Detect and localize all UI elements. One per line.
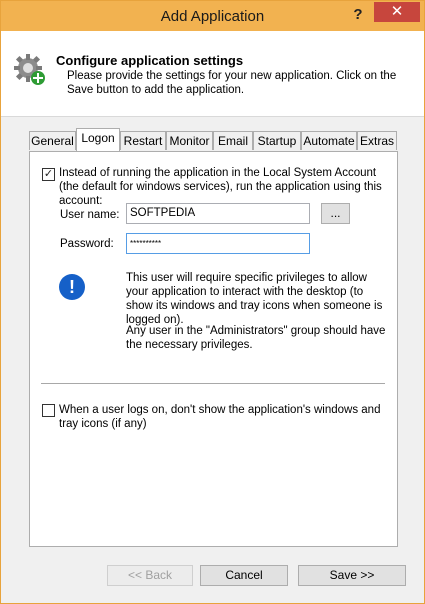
header-description: Please provide the settings for your new…	[67, 70, 397, 96]
password-label: Password:	[60, 238, 114, 250]
info-text-privileges: This user will require specific privileg…	[126, 272, 383, 326]
tab-extras[interactable]: Extras	[357, 131, 397, 150]
title-bar[interactable]: Add Application ? ✕	[1, 1, 424, 31]
info-text-administrators: Any user in the "Administrators" group s…	[126, 325, 386, 351]
close-button[interactable]: ✕	[374, 2, 420, 22]
save-button[interactable]: Save >>	[298, 565, 406, 586]
tab-monitor[interactable]: Monitor	[166, 131, 213, 150]
back-button[interactable]: << Back	[107, 565, 193, 586]
tab-restart[interactable]: Restart	[120, 131, 166, 150]
hide-windows-checkbox[interactable]	[42, 404, 55, 417]
header-title: Configure application settings	[56, 53, 244, 68]
run-as-account-label: Instead of running the application in th…	[59, 167, 382, 207]
header: Configure application settings Please pr…	[1, 31, 424, 117]
tab-logon[interactable]: Logon	[76, 128, 120, 151]
help-button[interactable]: ?	[348, 5, 368, 25]
separator	[41, 383, 385, 384]
browse-user-button[interactable]: ...	[321, 203, 350, 224]
info-icon: !	[59, 274, 85, 300]
add-application-window: Add Application ? ✕ Configure applicatio…	[0, 0, 425, 604]
username-input[interactable]: SOFTPEDIA	[126, 203, 310, 224]
hide-windows-label: When a user logs on, don't show the appl…	[59, 404, 381, 430]
gear-add-icon	[14, 54, 45, 85]
tab-general[interactable]: General	[29, 131, 76, 150]
run-as-account-checkbox[interactable]: ✓	[42, 168, 55, 181]
tab-automate[interactable]: Automate	[301, 131, 357, 150]
tab-startup[interactable]: Startup	[253, 131, 301, 150]
logon-panel: ✓ Instead of running the application in …	[29, 151, 398, 547]
password-input[interactable]: **********	[126, 233, 310, 254]
username-label: User name:	[60, 209, 120, 221]
cancel-button[interactable]: Cancel	[200, 565, 288, 586]
tab-email[interactable]: Email	[213, 131, 253, 150]
